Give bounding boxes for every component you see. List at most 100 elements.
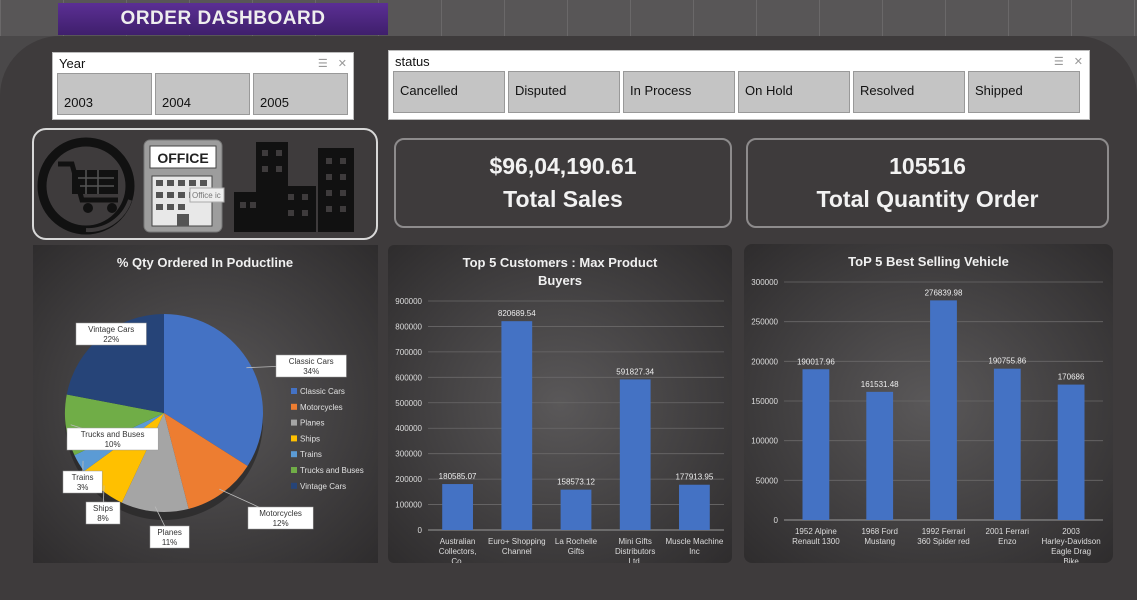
pie-label-percent: 12% — [273, 519, 289, 528]
total-sales-label: Total Sales — [503, 186, 623, 212]
legend-swatch — [291, 388, 297, 394]
bar-value-label: 190017.96 — [797, 357, 835, 366]
x-category-label: Euro+ Shopping Channel — [488, 537, 546, 556]
legend-entry: Planes — [300, 419, 324, 428]
total-sales-value: $96,04,190.61 — [489, 153, 637, 179]
total-quantity-card: 105516 Total Quantity Order — [746, 138, 1109, 228]
bar — [560, 489, 592, 530]
y-tick-label: 700000 — [395, 348, 422, 357]
bar — [930, 300, 957, 520]
bar — [1057, 384, 1085, 520]
legend-entry: Motorcycles — [300, 403, 343, 412]
x-category-label: Muscle Machine Inc — [665, 537, 723, 556]
status-slicer: status ☰ ✕ Cancelled Disputed In Process On… — [388, 50, 1090, 120]
legend-swatch — [291, 435, 297, 442]
y-tick-label: 0 — [774, 516, 779, 525]
legend-swatch — [291, 403, 297, 410]
pie-label-category: Classic Cars — [289, 357, 334, 366]
legend-entry: Vintage Cars — [300, 482, 346, 491]
y-tick-label: 800000 — [395, 322, 422, 331]
slicer-item-year[interactable]: 2005 — [253, 73, 348, 115]
bar — [619, 379, 651, 530]
bar-value-label: 158573.12 — [557, 478, 595, 487]
legend-swatch — [291, 482, 297, 489]
legend-entry: Ships — [300, 434, 320, 443]
slicer-item-status[interactable]: Resolved — [853, 71, 965, 113]
clear-filter-icon[interactable]: ✕ — [1074, 55, 1083, 68]
multi-select-icon[interactable]: ☰ — [318, 57, 328, 70]
office-label: OFFICE — [157, 150, 208, 166]
y-tick-label: 100000 — [751, 437, 778, 446]
y-tick-label: 200000 — [395, 475, 422, 484]
y-tick-label: 300000 — [395, 450, 422, 459]
chart-title: Buyers — [538, 273, 582, 288]
bar-value-label: 190755.86 — [988, 357, 1026, 366]
pie-label-category: Motorcycles — [259, 509, 302, 518]
chart-title: % Qty Ordered In Poductline — [117, 255, 293, 270]
pie-label-category: Planes — [157, 528, 181, 537]
y-tick-label: 400000 — [395, 424, 422, 433]
slicer-item-status[interactable]: Cancelled — [393, 71, 505, 113]
slicer-item-status[interactable]: Disputed — [508, 71, 620, 113]
bar-value-label: 276839.98 — [925, 288, 963, 297]
year-slicer: Year ☰ ✕ 2003 2004 2005 — [52, 52, 354, 120]
bar — [993, 368, 1021, 520]
clear-filter-icon[interactable]: ✕ — [338, 57, 347, 70]
total-quantity-label: Total Quantity Order — [816, 186, 1039, 212]
x-category-label: 1992 Ferrari 360 Spider red — [917, 527, 969, 546]
bar-value-label: 820689.54 — [498, 309, 536, 318]
y-tick-label: 200000 — [751, 357, 778, 366]
slicer-item-year[interactable]: 2004 — [155, 73, 250, 115]
bar — [866, 391, 894, 520]
bar — [802, 369, 830, 520]
y-tick-label: 0 — [418, 526, 423, 535]
pie-label-category: Trucks and Buses — [81, 430, 145, 439]
legend-swatch — [291, 419, 297, 426]
y-tick-label: 900000 — [395, 297, 422, 306]
legend-entry: Trucks and Buses — [300, 466, 364, 475]
status-slicer-title: status — [395, 53, 430, 69]
pie-label-category: Ships — [93, 504, 113, 513]
multi-select-icon[interactable]: ☰ — [1054, 55, 1064, 68]
pie-label-percent: 10% — [105, 440, 121, 449]
pie-label-percent: 22% — [103, 335, 119, 344]
pie-label-category: Trains — [72, 473, 94, 482]
total-quantity-value: 105516 — [889, 153, 966, 179]
bar-chart-top-vehicles: ToP 5 Best Selling Vehicle 0 50000 100000 15… — [744, 244, 1113, 566]
y-tick-label: 500000 — [395, 399, 422, 408]
pie-label-category: Vintage Cars — [88, 325, 134, 334]
bar — [679, 484, 710, 530]
x-category-label: 1968 Ford Mustang — [861, 527, 897, 546]
bar-value-label: 591827.34 — [616, 367, 654, 376]
bar-value-label: 180585.07 — [439, 472, 477, 481]
slicer-item-year[interactable]: 2003 — [57, 73, 152, 115]
pie-label-percent: 34% — [303, 367, 319, 376]
bar — [501, 321, 533, 530]
y-tick-label: 150000 — [751, 397, 778, 406]
y-tick-label: 600000 — [395, 373, 422, 382]
slicer-item-status[interactable]: In Process — [623, 71, 735, 113]
x-category-label: 2003 Harley-Davidson Eagle Drag Bike — [1042, 527, 1101, 563]
pie-label-percent: 11% — [162, 538, 177, 547]
x-category-label: Mini Gifts Distributors Ltd. — [615, 537, 655, 563]
bar-value-label: 177913.95 — [675, 473, 713, 482]
y-tick-label: 300000 — [751, 278, 778, 287]
y-tick-label: 50000 — [756, 476, 779, 485]
slicer-item-status[interactable]: On Hold — [738, 71, 850, 113]
chart-title: ToP 5 Best Selling Vehicle — [848, 254, 1009, 269]
chart-title: Top 5 Customers : Max Product — [463, 255, 658, 270]
slicer-item-status[interactable]: Shipped — [968, 71, 1080, 113]
office-tooltip: Office ic — [192, 191, 221, 200]
year-slicer-title: Year — [59, 55, 86, 71]
pie-label-percent: 3% — [77, 483, 89, 492]
x-category-label: La Rochelle Gifts — [555, 537, 598, 556]
bar-chart-top-customers: Top 5 Customers : Max Product Buyers 0 1000… — [388, 245, 732, 566]
x-category-label: 2001 Ferrari Enzo — [986, 527, 1030, 546]
legend-entry: Trains — [300, 450, 322, 459]
pie-label-percent: 8% — [97, 514, 109, 523]
bar-value-label: 161531.48 — [861, 380, 899, 389]
x-category-label: 1952 Alpine Renault 1300 — [792, 527, 840, 546]
shopping-cart-icon — [37, 137, 135, 235]
total-sales-card: $96,04,190.61 Total Sales — [394, 138, 732, 228]
bar — [442, 484, 473, 530]
